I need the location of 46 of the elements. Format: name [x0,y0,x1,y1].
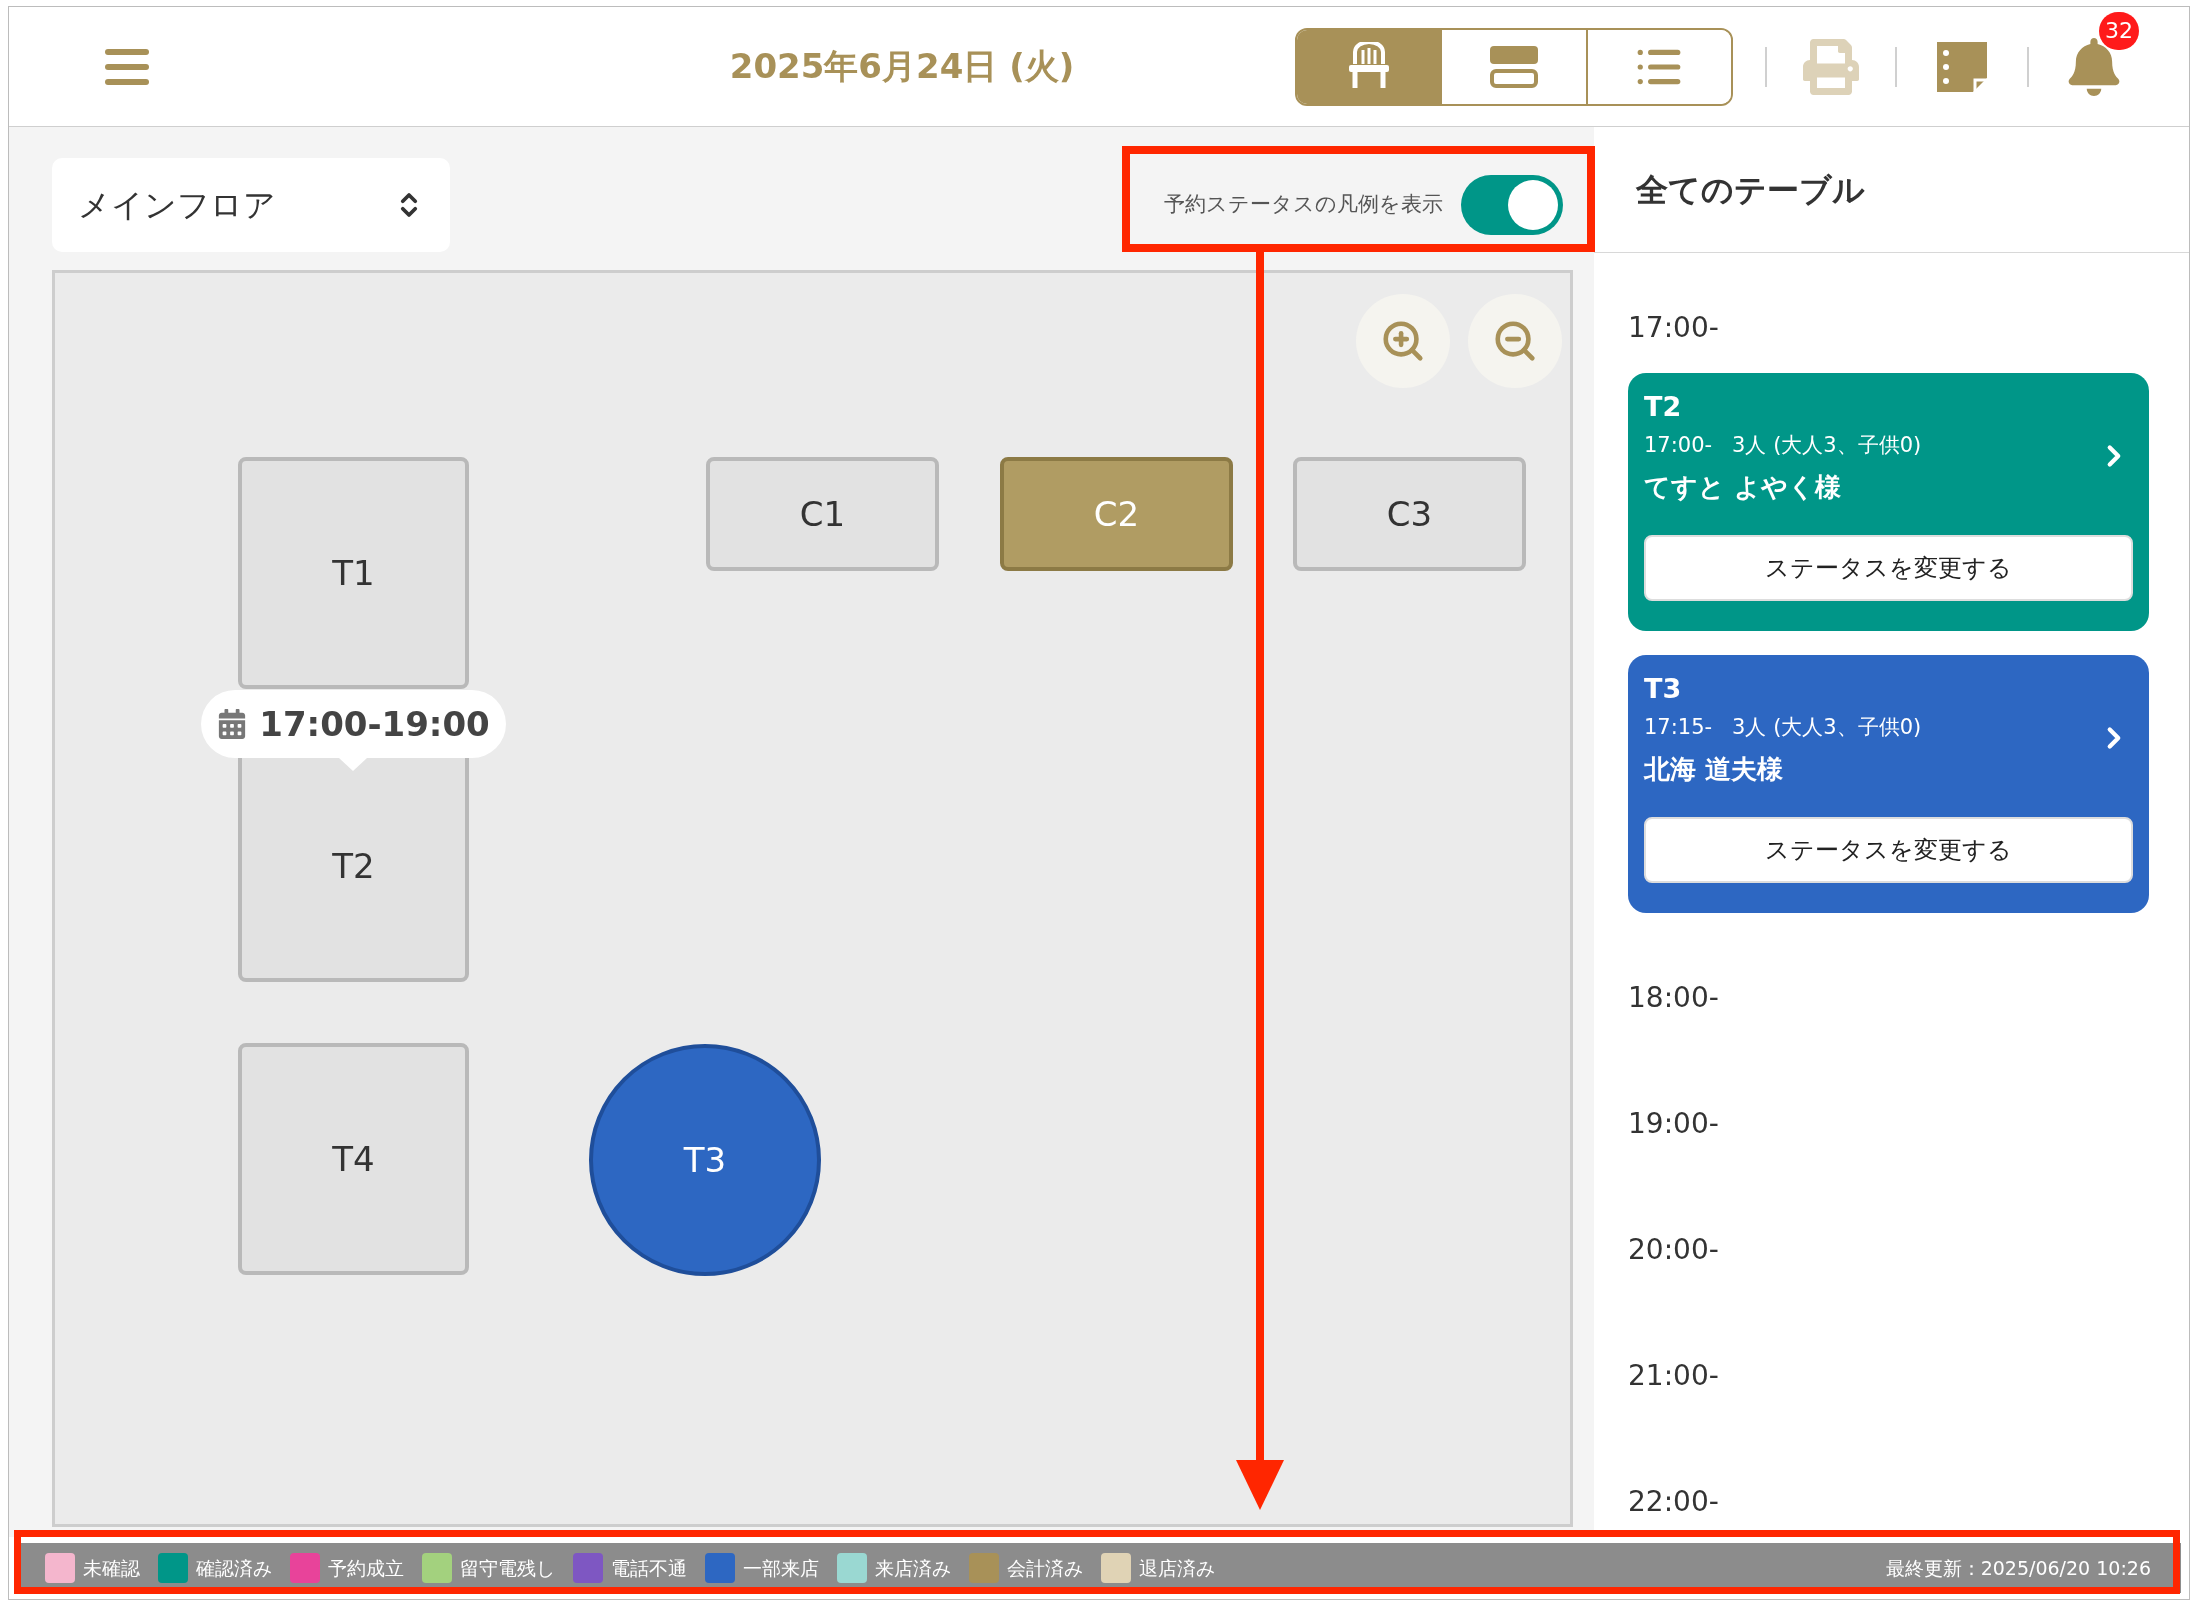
legend-label: 来店済み [875,1555,951,1581]
notification-badge: 32 [2099,11,2139,50]
table[interactable]: T1 [238,457,469,689]
reservation-card[interactable]: T3 17:15- 3人 (大人3、子供0) 北海 道夫様 ステータスを変更する [1628,655,2149,913]
time-label: 17:00- [1628,310,1720,346]
date-title: 2025年6月24日 (火) [729,45,1075,88]
tooltip-pointer [339,758,367,771]
view-tab[interactable] [1585,29,1731,104]
view-tab[interactable] [1297,29,1441,104]
change-status-button[interactable]: ステータスを変更する [1644,535,2133,601]
card-table: T3 [1644,669,2133,709]
reservation-card[interactable]: T2 17:00- 3人 (大人3、子供0) てすと よやく様 ステータスを変更する [1628,373,2149,631]
stacked-bars-icon [1489,44,1539,89]
legend-label: 確認済み [196,1555,272,1581]
menu-icon[interactable] [105,48,149,85]
time-tooltip: 17:00-19:00 [201,690,506,758]
time-label: 19:00- [1628,1106,1720,1142]
card-guest-name: 北海 道夫様 [1644,753,1785,786]
zoom-out-icon [1492,318,1538,364]
legend-label: 留守電残し [460,1555,555,1581]
table[interactable]: T3 [589,1044,821,1276]
time-label: 21:00- [1628,1358,1720,1394]
change-status-button[interactable]: ステータスを変更する [1644,817,2133,883]
legend-toggle[interactable] [1461,175,1563,235]
table[interactable]: C3 [1293,457,1526,571]
calendar-icon [217,709,248,739]
time-label: 18:00- [1628,980,1720,1016]
time-label: 20:00- [1628,1232,1720,1268]
table[interactable]: T4 [238,1043,469,1275]
legend-label: 電話不通 [611,1555,687,1581]
table[interactable]: C1 [706,457,939,571]
zoom-in-icon [1380,318,1426,364]
panel-title: 全てのテーブル [1636,169,1865,211]
time-label: 22:00- [1628,1484,1720,1520]
legend-label: 退店済み [1139,1555,1215,1581]
card-table: T2 [1644,387,2133,427]
legend-label: 予約成立 [328,1555,404,1581]
legend-label: 会計済み [1007,1555,1083,1581]
legend-label: 一部来店 [743,1555,819,1581]
legend-label: 未確認 [83,1555,140,1581]
card-guest-name: てすと よやく様 [1644,471,1843,504]
legend-toggle-label: 予約ステータスの凡例を表示 [1164,191,1443,219]
card-detail: 17:15- 3人 (大人3、子供0) [1644,714,1922,741]
last-updated: 最終更新：2025/06/20 10:26 [1885,1555,2151,1581]
floor-select[interactable]: メインフロア [52,158,450,252]
card-detail: 17:00- 3人 (大人3、子供0) [1644,432,1922,459]
